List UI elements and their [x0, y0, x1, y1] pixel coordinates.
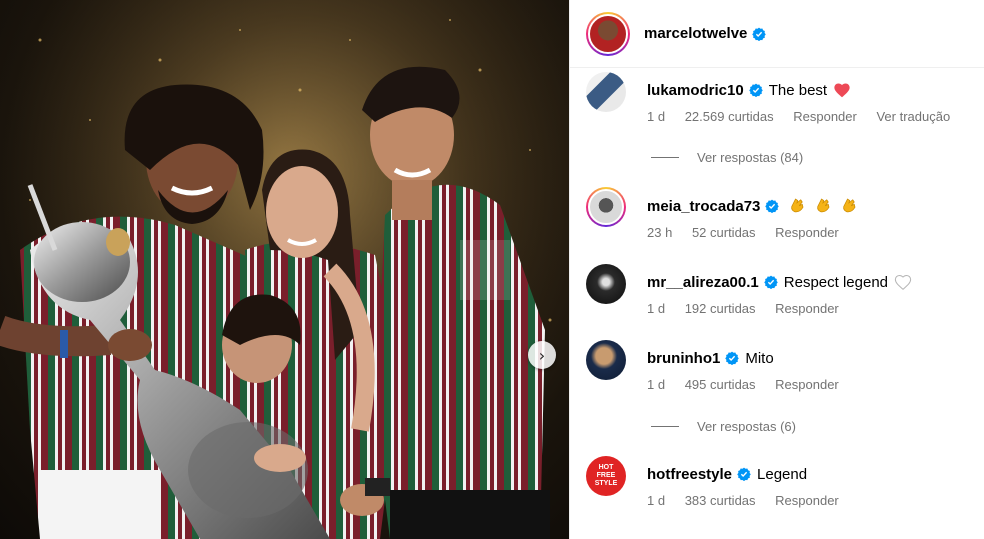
comment-likes[interactable]: 52 curtidas: [692, 225, 756, 240]
comment-username[interactable]: bruninho1: [647, 350, 720, 367]
hotfreestyle-logo: HOT FREE STYLE: [594, 464, 618, 487]
verified-badge-icon: [725, 351, 740, 365]
red-heart-icon: [834, 83, 850, 98]
comment-avatar[interactable]: HOT FREE STYLE: [586, 456, 626, 496]
view-replies-label: Ver respostas (6): [697, 419, 796, 434]
comment-item: HOT FREE STYLE hotfreestyle Legend 1 d 38…: [586, 456, 968, 508]
comment-item: bruninho1 Mito 1 d 495 curtidas Responder: [586, 340, 968, 392]
comment-text: Mito: [745, 350, 774, 367]
author-avatar[interactable]: [586, 11, 630, 56]
comment-time[interactable]: 1 d: [647, 109, 665, 124]
comment-time[interactable]: 1 d: [647, 301, 665, 316]
white-heart-icon: [894, 274, 912, 290]
comments-panel: marcelotwelve lukamodric10 The best 1 d 2…: [569, 0, 984, 539]
verified-badge-icon: [748, 83, 763, 97]
verified-badge-icon: [752, 27, 767, 41]
comment-item: mr__alireza00.1 Respect legend 1 d 192 cu…: [586, 264, 968, 316]
comment-time[interactable]: 1 d: [647, 493, 665, 508]
comment-avatar[interactable]: [586, 72, 626, 112]
view-replies-button[interactable]: Ver respostas (84): [651, 150, 803, 165]
post-header: marcelotwelve: [570, 0, 984, 68]
comment-text: Legend: [757, 466, 808, 483]
comment-text: The best: [768, 82, 828, 99]
comment-avatar[interactable]: [586, 264, 626, 304]
replies-divider: [651, 157, 679, 158]
reply-button[interactable]: Responder: [775, 377, 839, 392]
view-replies-button[interactable]: Ver respostas (6): [651, 419, 796, 434]
comment-item: lukamodric10 The best 1 d 22.569 curtidas…: [586, 72, 968, 124]
comment-likes[interactable]: 495 curtidas: [685, 377, 756, 392]
comment-username[interactable]: lukamodric10: [647, 82, 744, 99]
comment-likes[interactable]: 383 curtidas: [685, 493, 756, 508]
verified-badge-icon: [765, 199, 780, 213]
reply-button[interactable]: Responder: [793, 109, 857, 124]
carousel-next-button[interactable]: ›: [528, 341, 556, 369]
comment-likes[interactable]: 22.569 curtidas: [685, 109, 774, 124]
reply-button[interactable]: Responder: [775, 225, 839, 240]
chevron-right-icon: ›: [538, 345, 546, 365]
comment-item: meia_trocada73 23 h 52 curtidas Responde…: [586, 187, 968, 240]
author-username[interactable]: marcelotwelve: [644, 25, 747, 42]
verified-badge-icon: [737, 467, 751, 481]
replies-divider: [651, 426, 679, 427]
verified-badge-icon: [763, 275, 778, 289]
post-photo: ›: [0, 0, 569, 539]
reply-button[interactable]: Responder: [775, 301, 839, 316]
comment-username[interactable]: hotfreestyle: [647, 466, 732, 483]
comment-avatar[interactable]: [586, 340, 626, 380]
translate-button[interactable]: Ver tradução: [876, 109, 950, 124]
comment-username[interactable]: meia_trocada73: [647, 198, 760, 215]
comment-text: Respect legend: [783, 274, 889, 291]
view-replies-label: Ver respostas (84): [697, 150, 804, 165]
comment-likes[interactable]: 192 curtidas: [685, 301, 756, 316]
comment-time[interactable]: 1 d: [647, 377, 665, 392]
family-trophy-photo: [0, 0, 569, 539]
comment-username[interactable]: mr__alireza00.1: [647, 274, 759, 291]
reply-button[interactable]: Responder: [775, 493, 839, 508]
comment-time[interactable]: 23 h: [647, 225, 672, 240]
clapping-hands-icon: [784, 198, 858, 215]
comment-avatar[interactable]: [586, 187, 626, 227]
